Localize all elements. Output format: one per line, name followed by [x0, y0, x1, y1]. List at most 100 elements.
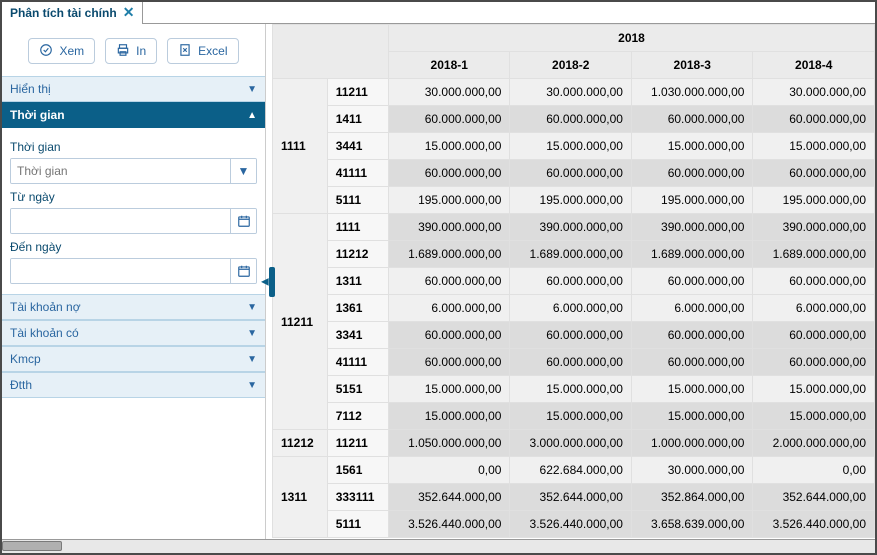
group-code: 11211 [273, 214, 328, 430]
column-header[interactable]: 2018-2 [510, 52, 631, 79]
cell-value: 352.644.000,00 [753, 484, 875, 511]
table-row[interactable]: 344115.000.000,0015.000.000,0015.000.000… [273, 133, 875, 160]
cell-value: 15.000.000,00 [753, 133, 875, 160]
cell-value: 15.000.000,00 [631, 403, 752, 430]
row-code: 3341 [327, 322, 388, 349]
cell-value: 3.526.440.000,00 [753, 511, 875, 538]
cell-value: 60.000.000,00 [753, 106, 875, 133]
row-code: 5111 [327, 187, 388, 214]
table-row[interactable]: 112111111390.000.000,00390.000.000,00390… [273, 214, 875, 241]
cell-value: 15.000.000,00 [389, 376, 510, 403]
row-code: 1361 [327, 295, 388, 322]
print-button[interactable]: In [105, 38, 157, 64]
cell-value: 1.689.000.000,00 [631, 241, 752, 268]
cell-value: 2.000.000.000,00 [753, 430, 875, 457]
excel-button[interactable]: Excel [167, 38, 238, 64]
splitter-handle[interactable] [269, 267, 275, 297]
calendar-icon[interactable] [230, 259, 256, 283]
period-input[interactable] [11, 159, 230, 183]
panel-label: Hiển thị [10, 82, 51, 96]
row-code: 41111 [327, 160, 388, 187]
cell-value: 352.864.000,00 [631, 484, 752, 511]
from-date-field[interactable] [10, 208, 257, 234]
cell-value: 1.689.000.000,00 [389, 241, 510, 268]
tab-financial-analysis[interactable]: Phân tích tài chính ✕ [2, 2, 143, 24]
row-code: 1311 [327, 268, 388, 295]
from-date-input[interactable] [11, 209, 230, 233]
view-button[interactable]: Xem [28, 38, 95, 64]
cell-value: 15.000.000,00 [631, 133, 752, 160]
header-blank [273, 25, 389, 79]
cell-value: 195.000.000,00 [389, 187, 510, 214]
table-row[interactable]: 5111195.000.000,00195.000.000,00195.000.… [273, 187, 875, 214]
cell-value: 15.000.000,00 [631, 376, 752, 403]
cell-value: 195.000.000,00 [753, 187, 875, 214]
cell-value: 60.000.000,00 [510, 160, 631, 187]
table-row[interactable]: 4111160.000.000,0060.000.000,0060.000.00… [273, 349, 875, 376]
panel-debit[interactable]: Tài khoản nợ ▼ [2, 294, 265, 320]
cell-value: 15.000.000,00 [753, 403, 875, 430]
to-date-field[interactable] [10, 258, 257, 284]
print-icon [116, 43, 130, 60]
column-header[interactable]: 2018-3 [631, 52, 752, 79]
row-code: 7112 [327, 403, 388, 430]
chevron-down-icon: ▼ [247, 302, 257, 313]
column-header[interactable]: 2018-1 [389, 52, 510, 79]
table-row[interactable]: 11111121130.000.000,0030.000.000,001.030… [273, 79, 875, 106]
cell-value: 352.644.000,00 [389, 484, 510, 511]
table-row[interactable]: 11212112111.050.000.000,003.000.000.000,… [273, 430, 875, 457]
to-date-input[interactable] [11, 259, 230, 283]
splitter[interactable]: ◀ [266, 24, 272, 539]
cell-value: 1.050.000.000,00 [389, 430, 510, 457]
panel-time[interactable]: Thời gian ▲ [2, 102, 265, 128]
calendar-icon[interactable] [230, 209, 256, 233]
table-row[interactable]: 334160.000.000,0060.000.000,0060.000.000… [273, 322, 875, 349]
panel-kmcp[interactable]: Kmcp ▼ [2, 346, 265, 372]
cell-value: 60.000.000,00 [753, 160, 875, 187]
cell-value: 390.000.000,00 [753, 214, 875, 241]
table-row[interactable]: 515115.000.000,0015.000.000,0015.000.000… [273, 376, 875, 403]
panel-label: Đtth [10, 378, 32, 392]
horizontal-scrollbar[interactable] [2, 539, 875, 553]
grid-area: 20182018-12018-22018-32018-411111121130.… [272, 24, 875, 539]
cell-value: 195.000.000,00 [510, 187, 631, 214]
grid-scroll[interactable]: 20182018-12018-22018-32018-411111121130.… [272, 24, 875, 539]
cell-value: 6.000.000,00 [510, 295, 631, 322]
cell-value: 60.000.000,00 [753, 322, 875, 349]
cell-value: 60.000.000,00 [631, 160, 752, 187]
table-row[interactable]: 4111160.000.000,0060.000.000,0060.000.00… [273, 160, 875, 187]
view-label: Xem [59, 44, 84, 58]
cell-value: 60.000.000,00 [389, 268, 510, 295]
cell-value: 3.526.440.000,00 [510, 511, 631, 538]
group-code: 11212 [273, 430, 328, 457]
row-code: 1411 [327, 106, 388, 133]
table-row[interactable]: 141160.000.000,0060.000.000,0060.000.000… [273, 106, 875, 133]
column-header[interactable]: 2018-4 [753, 52, 875, 79]
panel-display[interactable]: Hiển thị ▼ [2, 76, 265, 102]
cell-value: 15.000.000,00 [510, 133, 631, 160]
chevron-down-icon[interactable]: ▼ [230, 159, 256, 183]
table-row[interactable]: 13616.000.000,006.000.000,006.000.000,00… [273, 295, 875, 322]
table-row[interactable]: 711215.000.000,0015.000.000,0015.000.000… [273, 403, 875, 430]
cell-value: 60.000.000,00 [389, 322, 510, 349]
panel-credit[interactable]: Tài khoản có ▼ [2, 320, 265, 346]
period-select[interactable]: ▼ [10, 158, 257, 184]
cell-value: 1.689.000.000,00 [510, 241, 631, 268]
table-row[interactable]: 131160.000.000,0060.000.000,0060.000.000… [273, 268, 875, 295]
close-icon[interactable]: ✕ [123, 4, 135, 21]
collapse-left-icon[interactable]: ◀ [261, 276, 269, 287]
table-row[interactable]: 131115610,00622.684.000,0030.000.000,000… [273, 457, 875, 484]
cell-value: 60.000.000,00 [510, 268, 631, 295]
table-row[interactable]: 51113.526.440.000,003.526.440.000,003.65… [273, 511, 875, 538]
panel-dtth[interactable]: Đtth ▼ [2, 372, 265, 398]
cell-value: 60.000.000,00 [510, 106, 631, 133]
panel-time-body: Thời gian ▼ Từ ngày Đến ngày [2, 128, 265, 294]
print-label: In [136, 44, 146, 58]
panel-label: Tài khoản có [10, 326, 79, 340]
scroll-thumb[interactable] [2, 541, 62, 551]
chevron-down-icon: ▼ [247, 84, 257, 95]
cell-value: 60.000.000,00 [510, 322, 631, 349]
table-row[interactable]: 112121.689.000.000,001.689.000.000,001.6… [273, 241, 875, 268]
cell-value: 195.000.000,00 [631, 187, 752, 214]
table-row[interactable]: 333111352.644.000,00352.644.000,00352.86… [273, 484, 875, 511]
